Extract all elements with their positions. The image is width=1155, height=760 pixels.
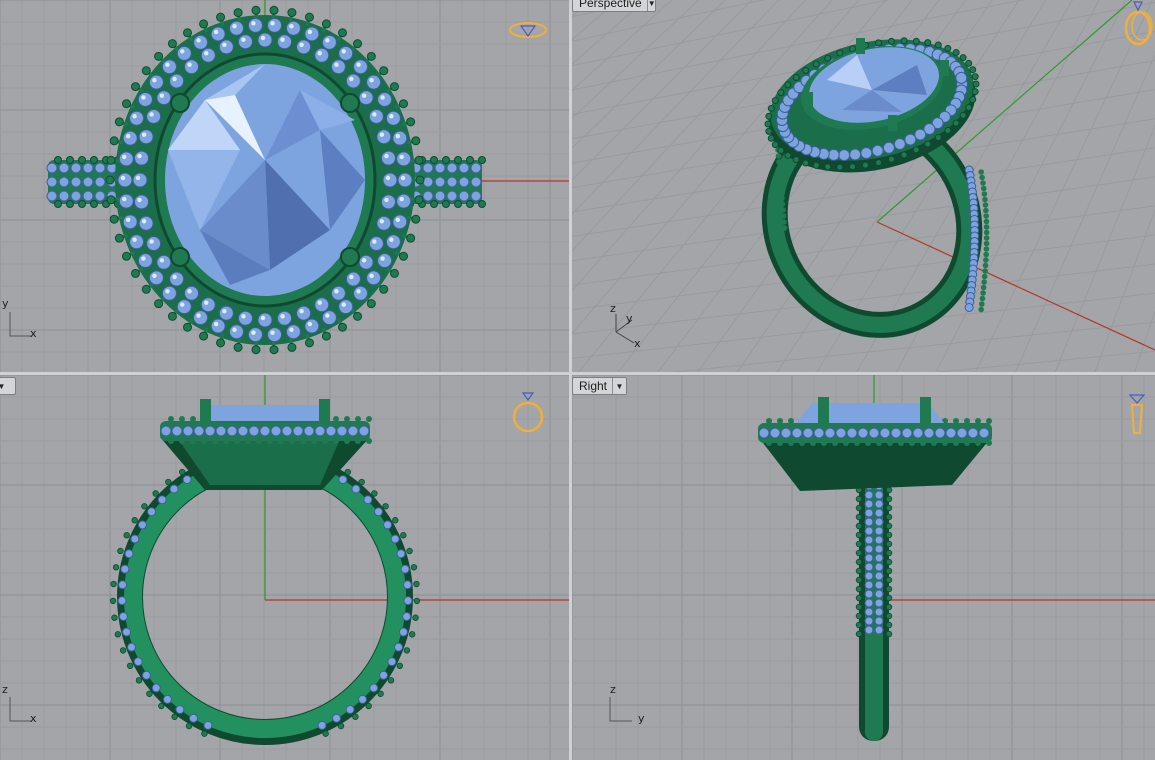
prong xyxy=(319,399,330,421)
axis-widget xyxy=(9,312,32,337)
prong xyxy=(818,397,829,423)
viewport-right[interactable]: Right ▼ z y xyxy=(572,375,1155,760)
viewport-tab-front[interactable]: ▼ xyxy=(0,377,16,395)
viewport-tab-right[interactable]: Right ▼ xyxy=(572,377,627,395)
ring-right-icon[interactable] xyxy=(1128,394,1146,434)
viewport-perspective[interactable]: Perspective ▼ z y x xyxy=(572,0,1155,372)
viewport-tab-perspective[interactable]: Perspective ▼ xyxy=(572,0,656,12)
viewport-tab-label: Perspective xyxy=(579,0,642,10)
axis-label-z: z xyxy=(610,302,616,315)
axis-label-z: z xyxy=(2,683,8,696)
axis-label-x: x xyxy=(30,327,37,340)
right-scene xyxy=(572,375,1155,760)
prong xyxy=(920,397,931,423)
prong xyxy=(888,115,897,131)
prong xyxy=(170,93,190,113)
center-gem xyxy=(200,405,330,421)
prong xyxy=(200,399,211,421)
prong xyxy=(940,60,949,76)
head-basket xyxy=(760,439,990,491)
axis-widget xyxy=(9,697,32,722)
viewport-divider-vertical[interactable] xyxy=(569,0,572,760)
viewport-divider-horizontal[interactable] xyxy=(0,372,1155,375)
axis-widget xyxy=(609,697,632,722)
front-scene xyxy=(0,375,569,760)
viewport-front[interactable]: ▼ z x xyxy=(0,375,569,760)
axis-label-y: y xyxy=(2,297,9,310)
prong xyxy=(856,38,865,54)
chevron-down-icon[interactable]: ▼ xyxy=(612,378,626,394)
chevron-down-icon[interactable]: ▼ xyxy=(646,0,656,11)
viewport-top[interactable]: y x xyxy=(0,0,569,372)
prong xyxy=(804,92,813,106)
perspective-scene xyxy=(572,0,1155,372)
axis-label-x: x xyxy=(30,712,37,725)
prong xyxy=(340,93,360,113)
axis-label-y: y xyxy=(626,312,633,325)
center-gem xyxy=(165,64,365,296)
chevron-down-icon[interactable]: ▼ xyxy=(0,378,8,394)
top-scene xyxy=(0,0,569,372)
prong xyxy=(340,247,360,267)
prong xyxy=(170,247,190,267)
ring-shank xyxy=(855,472,893,741)
axis-label-x: x xyxy=(634,337,641,350)
axis-label-y: y xyxy=(638,712,645,725)
viewport-tab-label: Right xyxy=(579,379,608,393)
axis-label-z: z xyxy=(610,683,616,696)
